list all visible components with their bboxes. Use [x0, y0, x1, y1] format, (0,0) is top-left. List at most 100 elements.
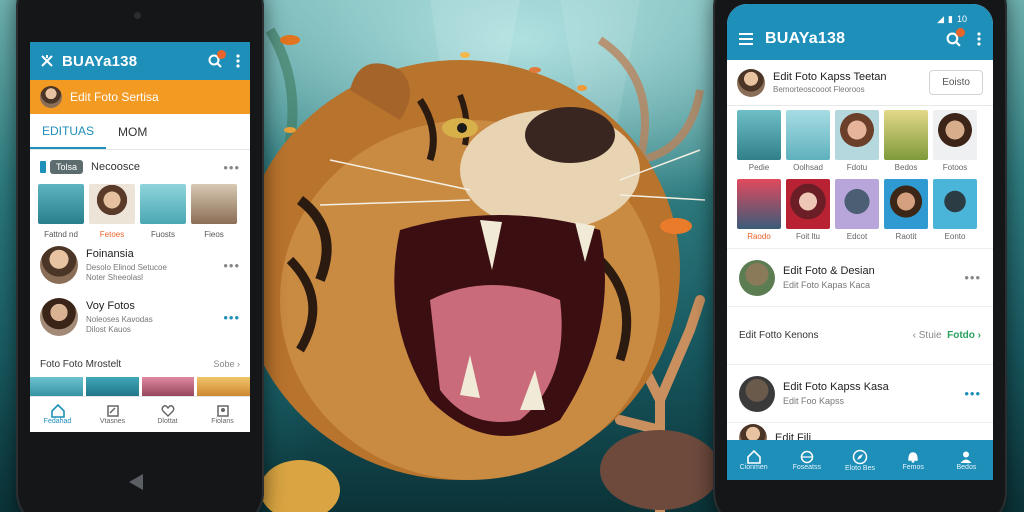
- grid-item[interactable]: Oolhsad: [786, 110, 830, 179]
- grid-caption: Raodo: [747, 232, 771, 241]
- category-row[interactable]: Edit Fotto Kenons ‹ Stuie Fotdo ›: [727, 306, 993, 364]
- grid-image: [835, 110, 879, 160]
- profile-subtitle: Bemorteoscooot Fleoroos: [773, 85, 865, 94]
- edit-button[interactable]: Eoisto: [929, 70, 983, 95]
- grid-item[interactable]: Fdotu: [835, 110, 879, 179]
- grid-image: [737, 179, 781, 229]
- avatar: [40, 246, 78, 284]
- item-title: Edit Foto & Desian: [783, 265, 875, 277]
- fish-image: [140, 184, 186, 224]
- nav-favorites[interactable]: Dlottat: [140, 397, 195, 432]
- item-subtitle: Edit Foo Kapss: [783, 396, 845, 406]
- menu-icon[interactable]: [739, 33, 753, 45]
- notification-badge: [956, 27, 965, 37]
- grid-item[interactable]: Eonto: [933, 179, 977, 248]
- shark-image: [38, 184, 84, 224]
- more-horiz-icon[interactable]: •••: [964, 270, 981, 285]
- grid-image: [933, 179, 977, 229]
- item-subtitle-2: Noter Sheeolasl: [86, 272, 143, 282]
- more-vert-icon[interactable]: [977, 32, 981, 46]
- tab-edituas[interactable]: EDITUAS: [30, 114, 107, 149]
- grid-image: [786, 179, 830, 229]
- home-icon: [50, 404, 65, 418]
- grid-image: [884, 110, 928, 160]
- thumbnail-item[interactable]: Fetoes: [89, 184, 135, 239]
- grid-caption: Fdotu: [846, 163, 868, 172]
- grid-item[interactable]: Edcot: [835, 179, 879, 248]
- more-horiz-icon[interactable]: •••: [964, 386, 981, 401]
- grid-image: [835, 179, 879, 229]
- nav-home[interactable]: Fedahad: [30, 397, 85, 432]
- profile-icon: [216, 405, 229, 417]
- see-more-link[interactable]: Sobe ›: [213, 359, 240, 369]
- left-phone: BUAYa138 Edit Foto Sertisa EDITUAS MOM T…: [16, 0, 264, 512]
- thumbnail-item[interactable]: Fieos: [191, 184, 237, 239]
- portrait-image: [89, 184, 135, 224]
- item-title: Foinansia: [86, 247, 134, 260]
- grid-item[interactable]: Raotit: [884, 179, 928, 248]
- profile-icon: [960, 451, 972, 463]
- nav-edit[interactable]: Vtasnes: [85, 397, 140, 432]
- profile-banner[interactable]: Edit Foto Sertisa: [30, 80, 250, 114]
- more-vert-icon[interactable]: [236, 54, 240, 68]
- grid-image: [737, 110, 781, 160]
- grid-item[interactable]: Fotoos: [933, 110, 977, 179]
- bottom-nav: Fedahad Vtasnes Dlottat Fiolans: [30, 396, 250, 432]
- heart-icon: [161, 405, 174, 417]
- tab-bar: EDITUAS MOM: [30, 114, 250, 150]
- grid-image: [884, 179, 928, 229]
- grid-caption: Foit ltu: [795, 232, 820, 241]
- thumbnail-item[interactable]: Fattnd nd: [38, 184, 84, 239]
- signal-icon: ◢: [937, 14, 945, 24]
- banner-title: Edit Foto Sertisa: [70, 90, 159, 104]
- list-item[interactable]: Voy Fotos Noleoses Kavodas Dilost Kauos …: [30, 291, 250, 343]
- category-next-link[interactable]: Fotdo ›: [947, 330, 981, 341]
- section-title: Foto Foto Mrostelt: [40, 358, 122, 370]
- search-icon[interactable]: [208, 50, 226, 68]
- category-nav: ‹ Stuie Fotdo ›: [913, 330, 981, 341]
- category-label: Edit Fotto Kenons: [739, 330, 819, 341]
- nav-profile[interactable]: Fiolans: [195, 397, 250, 432]
- avatar: [40, 86, 62, 108]
- left-app-screen: BUAYa138 Edit Foto Sertisa EDITUAS MOM T…: [30, 42, 250, 432]
- nav-notifications[interactable]: Femos: [887, 440, 940, 480]
- battery-icon: ▮: [948, 14, 953, 24]
- list-item[interactable]: Edit Foto & Desian Edit Foto Kapas Kaca …: [727, 248, 993, 306]
- list-item[interactable]: Foinansia Desolo Elinod Setucoe Noter Sh…: [30, 239, 250, 291]
- profile-title: Edit Foto Kapss Teetan: [773, 71, 887, 83]
- globe-icon: [800, 450, 814, 463]
- nav-label: Femos: [902, 463, 924, 471]
- grid-item[interactable]: Raodo: [737, 179, 781, 248]
- app-brand: BUAYa138: [62, 52, 138, 70]
- notification-badge: [217, 50, 226, 59]
- tab-mom[interactable]: MOM: [106, 114, 159, 149]
- nav-profile[interactable]: Bedos: [940, 440, 993, 480]
- more-horiz-icon[interactable]: •••: [223, 310, 240, 325]
- item-subtitle: Edit Foto Kapas Kaca: [783, 280, 871, 290]
- grid-caption: Raotit: [895, 232, 917, 241]
- grid-caption: Oolhsad: [793, 163, 823, 172]
- nav-label: Bedos: [956, 463, 977, 471]
- grid-caption: Eonto: [944, 232, 966, 241]
- bell-icon: [908, 451, 918, 463]
- search-icon[interactable]: [946, 27, 965, 47]
- category-prev-link[interactable]: ‹ Stuie: [913, 330, 942, 341]
- logo-icon: [40, 54, 54, 68]
- grid-item[interactable]: Pedie: [737, 110, 781, 179]
- grid-item[interactable]: Bedos: [884, 110, 928, 179]
- more-horiz-icon[interactable]: •••: [223, 258, 240, 273]
- left-app-bar: BUAYa138: [30, 42, 250, 80]
- nav-explore[interactable]: Foseatss: [780, 440, 833, 480]
- thumbnail-caption: Fetoes: [99, 230, 125, 239]
- recent-chip[interactable]: Tolsa: [50, 160, 84, 174]
- grid-caption: Fotoos: [942, 163, 968, 172]
- more-horiz-icon[interactable]: •••: [223, 160, 240, 175]
- grid-item[interactable]: Foit ltu: [786, 179, 830, 248]
- thumbnail-item[interactable]: Fuosts: [140, 184, 186, 239]
- nav-discover[interactable]: Eloto Bes: [833, 440, 886, 480]
- list-item[interactable]: Edit Foto Kapss Kasa Edit Foo Kapss •••: [727, 364, 993, 422]
- edit-icon: [106, 405, 119, 417]
- nav-home[interactable]: Cionmen: [727, 440, 780, 480]
- back-button[interactable]: [129, 474, 143, 490]
- grid-caption: Pedie: [748, 163, 770, 172]
